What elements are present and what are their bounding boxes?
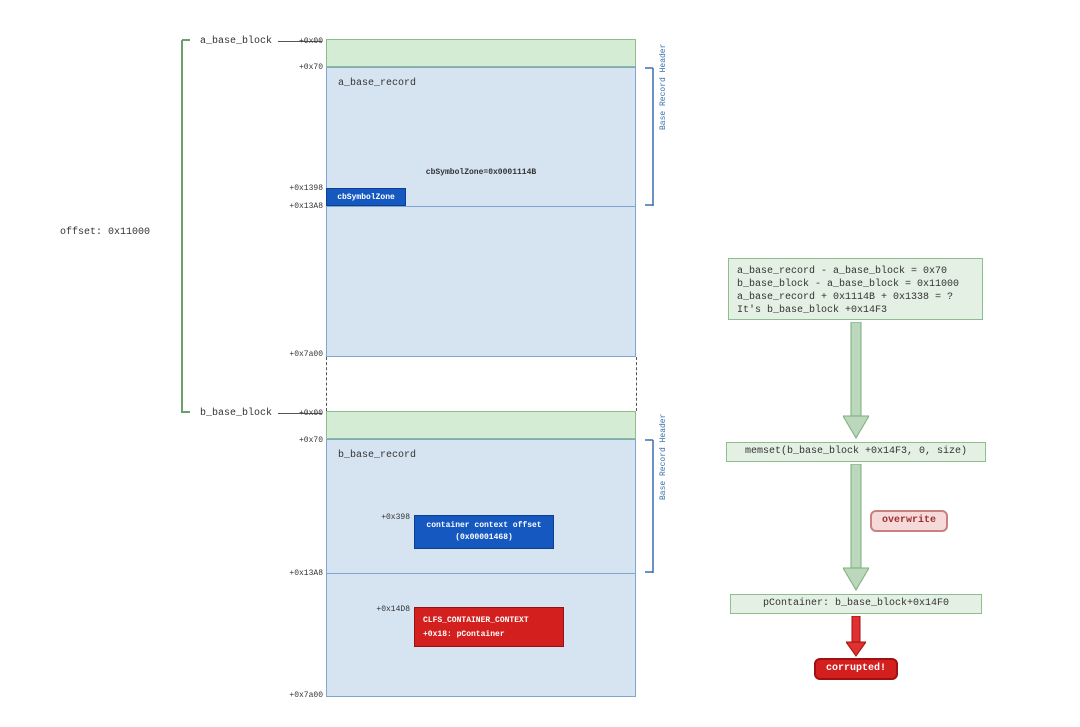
overwrite-box: overwrite <box>870 510 948 532</box>
container-context-offset-box: container context offset (0x00001468) <box>414 515 554 549</box>
memset-box: memset(b_base_block +0x14F3, 0, size) <box>726 442 986 462</box>
b-brace-label: Base Record Header <box>659 414 668 500</box>
b-off-398: +0x398 <box>375 513 410 522</box>
b-off-13a8: +0x13A8 <box>286 569 323 578</box>
b-record-body <box>326 439 636 697</box>
memset-text: memset(b_base_block +0x14F3, 0, size) <box>745 446 967 457</box>
offset-span-bracket <box>173 39 191 413</box>
arrow-memset-pcontainer <box>843 464 869 592</box>
block-b-title: b_base_block <box>200 408 272 419</box>
a-off-00: +0x00 <box>293 37 323 46</box>
offset-label: offset: 0x11000 <box>60 227 150 238</box>
calc-line-0: a_base_record - a_base_block = 0x70 <box>737 265 974 278</box>
a-block-header <box>326 39 636 67</box>
b-off-14d8: +0x14D8 <box>371 605 410 614</box>
clfs-container-context-box: CLFS_CONTAINER_CONTEXT +0x18: pContainer <box>414 607 564 647</box>
pcontainer-box: pContainer: b_base_block+0x14F0 <box>730 594 982 614</box>
b-div-13a8 <box>326 573 636 574</box>
b-off-00: +0x00 <box>293 409 323 418</box>
corrupted-text: corrupted! <box>826 663 886 674</box>
clfs-line1: CLFS_CONTAINER_CONTEXT <box>423 614 555 628</box>
pcontainer-text: pContainer: b_base_block+0x14F0 <box>763 598 949 609</box>
a-brace-label: Base Record Header <box>659 44 668 130</box>
b-off-7a00: +0x7a00 <box>286 691 323 700</box>
a-record-body <box>326 67 636 357</box>
cbsymbolzone-field: cbSymbolZone <box>326 188 406 206</box>
a-off-7a00: +0x7a00 <box>286 350 323 359</box>
calc-line-1: b_base_block - a_base_block = 0x11000 <box>737 278 974 291</box>
a-off-13a8: +0x13A8 <box>286 202 323 211</box>
calc-line-3: It's b_base_block +0x14F3 <box>737 304 974 317</box>
corrupted-box: corrupted! <box>814 658 898 680</box>
a-off-1398: +0x1398 <box>286 184 323 193</box>
b-block-header <box>326 411 636 439</box>
a-off-70: +0x70 <box>293 63 323 72</box>
clfs-line2: +0x18: pContainer <box>423 628 555 642</box>
a-div-13a8 <box>326 206 636 207</box>
b-off-70: +0x70 <box>293 436 323 445</box>
ctx-off-line2: (0x00001468) <box>415 532 553 544</box>
arrow-calc-memset <box>843 322 869 440</box>
b-record-title: b_base_record <box>338 450 416 461</box>
overwrite-text: overwrite <box>882 515 936 526</box>
ctx-off-line1: container context offset <box>415 520 553 532</box>
gap-right-dash <box>636 357 637 411</box>
arrow-pcontainer-corrupted <box>846 616 866 658</box>
calc-line-2: a_base_record + 0x1114B + 0x1338 = ? <box>737 291 974 304</box>
gap-left-dash <box>326 357 327 411</box>
cbsymbolzone-text: cbSymbolZone=0x0001114B <box>326 168 636 177</box>
block-a-title: a_base_block <box>200 36 272 47</box>
calc-box: a_base_record - a_base_block = 0x70 b_ba… <box>728 258 983 320</box>
a-record-title: a_base_record <box>338 78 416 89</box>
